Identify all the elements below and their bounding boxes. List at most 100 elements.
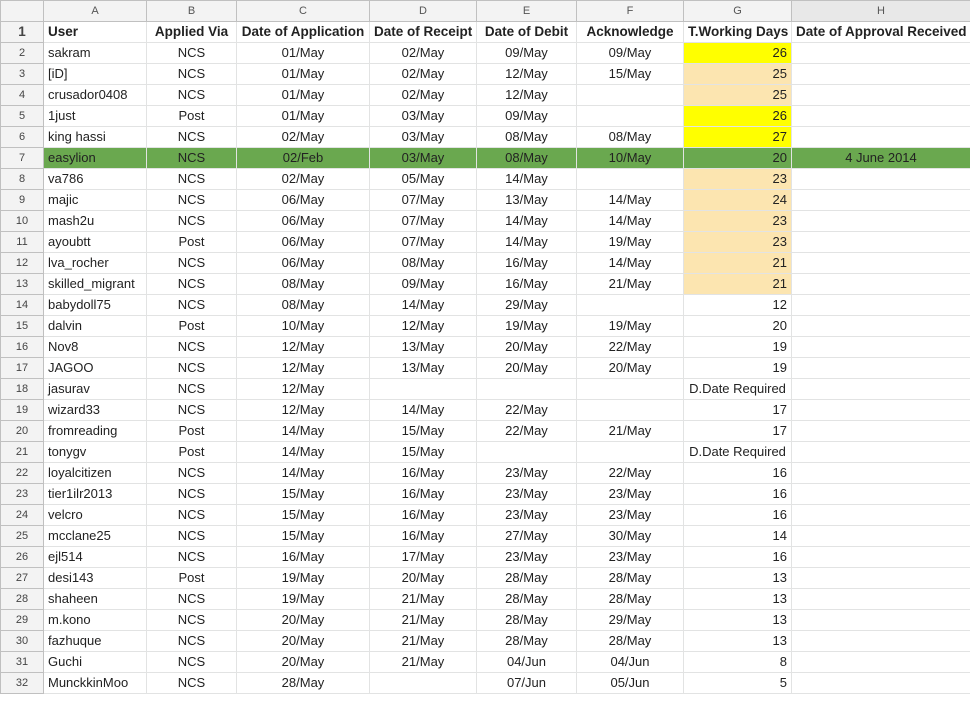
cell-date-of-debit[interactable]: 20/May	[476, 357, 577, 379]
cell-date-of-receipt[interactable]: 16/May	[369, 504, 477, 526]
cell-header-working-days[interactable]: T.Working Days	[683, 21, 792, 43]
cell-user[interactable]: wizard33	[43, 399, 147, 421]
cell-working-days[interactable]: 26	[683, 105, 792, 127]
cell-date-of-receipt[interactable]: 21/May	[369, 651, 477, 673]
cell-date-of-receipt[interactable]: 02/May	[369, 63, 477, 85]
row-header[interactable]: 19	[0, 399, 44, 421]
cell-date-of-application[interactable]: 19/May	[236, 588, 370, 610]
cell-applied-via[interactable]: NCS	[146, 273, 237, 295]
cell-date-of-debit[interactable]: 04/Jun	[476, 651, 577, 673]
cell-acknowledge[interactable]: 04/Jun	[576, 651, 684, 673]
cell-date-of-receipt[interactable]	[369, 672, 477, 694]
cell-date-of-receipt[interactable]: 07/May	[369, 231, 477, 253]
cell-working-days[interactable]: 20	[683, 147, 792, 169]
cell-acknowledge[interactable]: 23/May	[576, 483, 684, 505]
cell-user[interactable]: majic	[43, 189, 147, 211]
cell-acknowledge[interactable]: 23/May	[576, 546, 684, 568]
cell-date-of-application[interactable]: 01/May	[236, 84, 370, 106]
cell-working-days[interactable]: 23	[683, 231, 792, 253]
cell-date-of-receipt[interactable]: 21/May	[369, 630, 477, 652]
cell-date-of-debit[interactable]: 28/May	[476, 609, 577, 631]
cell-date-of-application[interactable]: 15/May	[236, 525, 370, 547]
cell-acknowledge[interactable]: 30/May	[576, 525, 684, 547]
cell-applied-via[interactable]: NCS	[146, 378, 237, 400]
cell-applied-via[interactable]: NCS	[146, 147, 237, 169]
cell-user[interactable]: babydoll75	[43, 294, 147, 316]
cell-date-of-application[interactable]: 14/May	[236, 462, 370, 484]
cell-working-days[interactable]: 23	[683, 210, 792, 232]
cell-user[interactable]: jasurav	[43, 378, 147, 400]
row-header[interactable]: 7	[0, 147, 44, 169]
cell-user[interactable]: velcro	[43, 504, 147, 526]
cell-date-of-debit[interactable]: 19/May	[476, 315, 577, 337]
cell-working-days[interactable]: 21	[683, 273, 792, 295]
cell-approval-received[interactable]	[791, 105, 970, 127]
cell-approval-received[interactable]	[791, 63, 970, 85]
select-all-corner[interactable]	[0, 0, 44, 22]
cell-user[interactable]: fazhuque	[43, 630, 147, 652]
cell-acknowledge[interactable]: 09/May	[576, 42, 684, 64]
cell-date-of-debit[interactable]: 22/May	[476, 420, 577, 442]
cell-date-of-debit[interactable]: 23/May	[476, 546, 577, 568]
row-header[interactable]: 21	[0, 441, 44, 463]
cell-date-of-debit[interactable]: 28/May	[476, 588, 577, 610]
cell-user[interactable]: JAGOO	[43, 357, 147, 379]
cell-user[interactable]: 1just	[43, 105, 147, 127]
cell-applied-via[interactable]: NCS	[146, 210, 237, 232]
cell-acknowledge[interactable]: 05/Jun	[576, 672, 684, 694]
cell-date-of-receipt[interactable]: 02/May	[369, 84, 477, 106]
cell-acknowledge[interactable]: 10/May	[576, 147, 684, 169]
row-header[interactable]: 15	[0, 315, 44, 337]
cell-date-of-debit[interactable]: 14/May	[476, 210, 577, 232]
cell-user[interactable]: tier1ilr2013	[43, 483, 147, 505]
cell-user[interactable]: MunckkinMoo	[43, 672, 147, 694]
cell-date-of-receipt[interactable]: 14/May	[369, 294, 477, 316]
cell-acknowledge[interactable]: 28/May	[576, 588, 684, 610]
row-header[interactable]: 30	[0, 630, 44, 652]
row-header[interactable]: 12	[0, 252, 44, 274]
column-header-h[interactable]: H	[791, 0, 970, 22]
cell-date-of-receipt[interactable]: 21/May	[369, 588, 477, 610]
row-header-1[interactable]: 1	[0, 21, 44, 43]
cell-date-of-debit[interactable]: 09/May	[476, 42, 577, 64]
cell-approval-received[interactable]	[791, 189, 970, 211]
cell-date-of-debit[interactable]: 28/May	[476, 567, 577, 589]
cell-working-days[interactable]: 8	[683, 651, 792, 673]
cell-acknowledge[interactable]: 21/May	[576, 273, 684, 295]
cell-header-user[interactable]: User	[43, 21, 147, 43]
column-header-e[interactable]: E	[476, 0, 577, 22]
row-header[interactable]: 13	[0, 273, 44, 295]
cell-header-date-of-debit[interactable]: Date of Debit	[476, 21, 577, 43]
cell-acknowledge[interactable]	[576, 441, 684, 463]
cell-header-approval-received[interactable]: Date of Approval Received	[791, 21, 970, 43]
cell-date-of-application[interactable]: 20/May	[236, 609, 370, 631]
cell-date-of-debit[interactable]: 13/May	[476, 189, 577, 211]
cell-date-of-application[interactable]: 20/May	[236, 630, 370, 652]
cell-approval-received[interactable]	[791, 42, 970, 64]
cell-applied-via[interactable]: Post	[146, 420, 237, 442]
cell-date-of-application[interactable]: 06/May	[236, 252, 370, 274]
row-header[interactable]: 3	[0, 63, 44, 85]
cell-working-days[interactable]: 16	[683, 546, 792, 568]
cell-user[interactable]: fromreading	[43, 420, 147, 442]
cell-user[interactable]: lva_rocher	[43, 252, 147, 274]
cell-user[interactable]: desi143	[43, 567, 147, 589]
cell-applied-via[interactable]: Post	[146, 315, 237, 337]
row-header[interactable]: 9	[0, 189, 44, 211]
cell-approval-received[interactable]	[791, 168, 970, 190]
row-header[interactable]: 6	[0, 126, 44, 148]
cell-date-of-debit[interactable]: 12/May	[476, 63, 577, 85]
cell-working-days[interactable]: 12	[683, 294, 792, 316]
cell-applied-via[interactable]: NCS	[146, 189, 237, 211]
cell-approval-received[interactable]	[791, 483, 970, 505]
cell-acknowledge[interactable]: 14/May	[576, 210, 684, 232]
cell-approval-received[interactable]	[791, 294, 970, 316]
cell-date-of-debit[interactable]	[476, 378, 577, 400]
cell-acknowledge[interactable]	[576, 105, 684, 127]
row-header[interactable]: 8	[0, 168, 44, 190]
cell-user[interactable]: m.kono	[43, 609, 147, 631]
cell-date-of-receipt[interactable]: 12/May	[369, 315, 477, 337]
cell-applied-via[interactable]: NCS	[146, 651, 237, 673]
cell-date-of-receipt[interactable]: 15/May	[369, 420, 477, 442]
cell-date-of-debit[interactable]: 08/May	[476, 126, 577, 148]
